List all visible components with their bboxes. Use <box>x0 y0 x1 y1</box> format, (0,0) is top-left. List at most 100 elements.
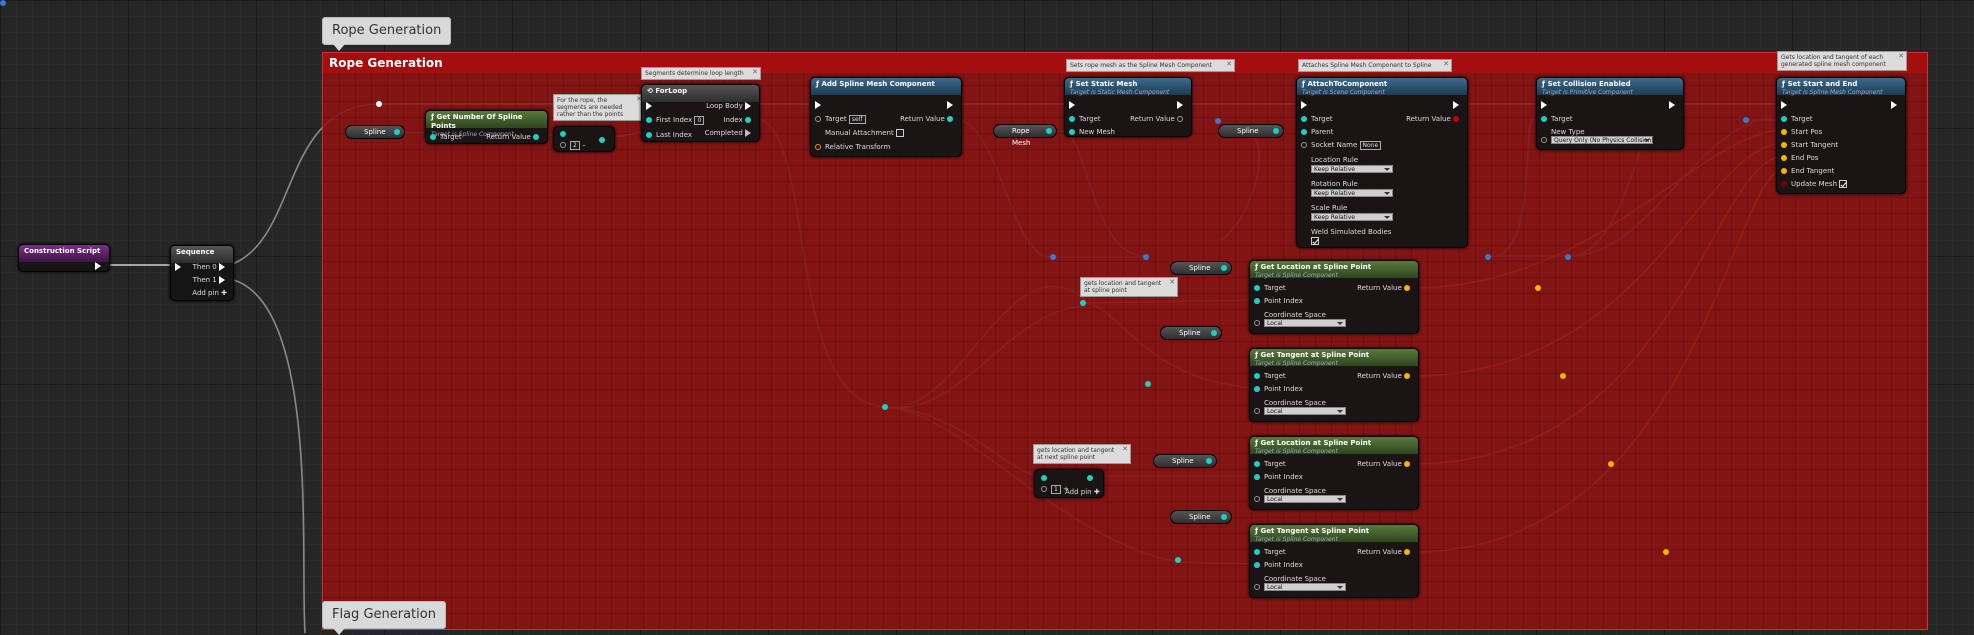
reroute-knot[interactable] <box>1485 254 1491 260</box>
reroute-knot[interactable] <box>1080 300 1086 306</box>
rope-mesh-out-pin[interactable] <box>1046 128 1052 134</box>
gtsp-target-pin[interactable] <box>1254 549 1260 555</box>
rope-mesh-variable[interactable]: Rope Mesh <box>993 124 1057 147</box>
loc-tangent-next-comment[interactable]: gets location and tangent at next spline… <box>1033 444 1131 464</box>
for-loop-exec-in[interactable] <box>646 102 652 110</box>
update-mesh-pin[interactable] <box>1781 181 1787 187</box>
then-0-pin[interactable] <box>219 263 225 271</box>
asmc-target-value[interactable]: self <box>848 115 866 124</box>
completed-pin[interactable] <box>745 129 751 137</box>
relative-transform-pin[interactable] <box>815 144 821 150</box>
rope-group-bubble[interactable]: Rope Generation <box>322 17 452 51</box>
new-type-pin[interactable] <box>1541 137 1547 143</box>
ssm-return-pin[interactable] <box>1177 116 1183 122</box>
index-pin[interactable] <box>745 117 751 123</box>
location-rule-dropdown[interactable]: Keep Relative <box>1311 165 1393 173</box>
target-pin[interactable] <box>430 134 436 140</box>
sse-exec-out[interactable] <box>1891 101 1897 109</box>
spline-variable[interactable]: Spline <box>1160 326 1222 340</box>
glsp-point-index-pin[interactable] <box>1254 298 1260 304</box>
sce-exec-in[interactable] <box>1541 101 1547 109</box>
glsp-target-pin[interactable] <box>1254 461 1260 467</box>
gtsp-coord-pin[interactable] <box>1254 584 1260 590</box>
attach-exec-out[interactable] <box>1453 101 1459 109</box>
reroute-knot[interactable] <box>1215 118 1221 124</box>
end-tangent-pin[interactable] <box>1781 168 1787 174</box>
start-pos-pin[interactable] <box>1781 129 1787 135</box>
set-collision-enabled-node[interactable]: ƒ Set Collision Enabled Target is Primiti… <box>1536 77 1684 150</box>
attach-to-component-node[interactable]: ƒ AttachToComponent Target is Scene Compo… <box>1296 77 1468 248</box>
sce-exec-out[interactable] <box>1669 101 1675 109</box>
set-static-mesh-comment[interactable]: Sets rope mesh as the Spline Mesh Compon… <box>1066 59 1235 72</box>
add-out-pin[interactable] <box>1087 475 1093 481</box>
glsp-coord-dropdown[interactable]: Local <box>1264 319 1346 327</box>
loc-tangent-comment[interactable]: gets location and tangent at spline poin… <box>1080 277 1178 297</box>
set-start-end-comment[interactable]: Gets location and tangent of each genera… <box>1777 51 1907 71</box>
glsp-coord-dropdown[interactable]: Local <box>1264 495 1346 503</box>
asmc-exec-out[interactable] <box>947 101 953 109</box>
glsp-return-pin[interactable] <box>1404 461 1410 467</box>
spline-variable[interactable]: Spline <box>1218 124 1284 138</box>
spline-out-pin[interactable] <box>1273 128 1279 134</box>
gtsp-target-pin[interactable] <box>1254 373 1260 379</box>
spline-out-pin[interactable] <box>394 129 400 135</box>
glsp-target-pin[interactable] <box>1254 285 1260 291</box>
weld-checkbox[interactable] <box>1311 237 1319 245</box>
get-number-of-spline-points-node[interactable]: ƒ Get Number Of Spline Points Target is S… <box>425 110 548 144</box>
attach-exec-in[interactable] <box>1301 101 1307 109</box>
spline-out-pin[interactable] <box>1221 514 1227 520</box>
close-icon[interactable]: ✕ <box>1226 61 1232 68</box>
first-index-pin[interactable] <box>646 117 652 123</box>
attach-return-pin[interactable] <box>1453 116 1459 122</box>
for-loop-comment[interactable]: Segments determine loop length ✕ <box>641 67 761 80</box>
update-mesh-checkbox[interactable] <box>1839 180 1848 188</box>
subtract-a-pin[interactable] <box>560 131 566 137</box>
ssm-target-pin[interactable] <box>1069 116 1075 122</box>
sce-target-pin[interactable] <box>1541 116 1547 122</box>
spline-out-pin[interactable] <box>1221 265 1227 271</box>
new-type-dropdown[interactable]: Query Only (No Physics Collision) <box>1551 136 1654 144</box>
socket-name-value[interactable]: None <box>1359 141 1382 150</box>
end-pos-pin[interactable] <box>1781 155 1787 161</box>
add-node[interactable]: 1 + Add pin ✚ <box>1034 469 1104 498</box>
ssm-exec-out[interactable] <box>1177 101 1183 109</box>
gtsp-return-pin[interactable] <box>1404 549 1410 555</box>
then-1-pin[interactable] <box>219 276 225 284</box>
flag-group-bubble[interactable]: Flag Generation <box>322 601 446 635</box>
sse-exec-in[interactable] <box>1781 101 1787 109</box>
spline-out-pin[interactable] <box>1211 330 1217 336</box>
loop-body-pin[interactable] <box>745 102 751 110</box>
reroute-knot[interactable] <box>1050 254 1056 260</box>
set-static-mesh-node[interactable]: ƒ Set Static Mesh Target is Static Mesh C… <box>1064 77 1192 137</box>
subtract-out-pin[interactable] <box>599 137 605 143</box>
set-start-and-end-node[interactable]: ƒ Set Start and End Target is Spline Mesh… <box>1776 77 1906 194</box>
glsp-coord-pin[interactable] <box>1254 496 1260 502</box>
glsp-point-index-pin[interactable] <box>1254 474 1260 480</box>
first-index-value[interactable]: 0 <box>694 116 705 125</box>
add-a-pin[interactable] <box>1041 475 1047 481</box>
reroute-knot[interactable] <box>1743 117 1749 123</box>
reroute-knot[interactable] <box>0 0 6 6</box>
reroute-knot[interactable] <box>1535 285 1541 291</box>
reroute-knot[interactable] <box>882 404 888 410</box>
spline-variable[interactable]: Spline <box>1153 454 1217 468</box>
return-pin[interactable] <box>533 134 539 140</box>
gtsp-point-index-pin[interactable] <box>1254 386 1260 392</box>
asmc-target-pin[interactable] <box>815 116 821 122</box>
get-location-at-spline-point-node[interactable]: ƒ Get Location at Spline Point Target is … <box>1249 260 1419 334</box>
ssm-exec-in[interactable] <box>1069 101 1075 109</box>
socket-name-pin[interactable] <box>1301 142 1307 148</box>
gtsp-coord-pin[interactable] <box>1254 408 1260 414</box>
subtract-b-pin[interactable] <box>560 142 566 148</box>
rotation-rule-dropdown[interactable]: Keep Relative <box>1311 189 1393 197</box>
sequence-node[interactable]: Sequence Then 0 Then 1 Add pin ✚ <box>170 245 234 301</box>
plus-icon[interactable]: ✚ <box>1094 488 1100 496</box>
spline-variable[interactable]: Spline <box>345 125 405 139</box>
subtract-node[interactable]: 2 – <box>553 126 615 152</box>
attach-target-pin[interactable] <box>1301 116 1307 122</box>
new-mesh-pin[interactable] <box>1069 129 1075 135</box>
glsp-coord-pin[interactable] <box>1254 320 1260 326</box>
last-index-pin[interactable] <box>646 132 652 138</box>
sse-target-pin[interactable] <box>1781 116 1787 122</box>
asmc-exec-in[interactable] <box>815 101 821 109</box>
